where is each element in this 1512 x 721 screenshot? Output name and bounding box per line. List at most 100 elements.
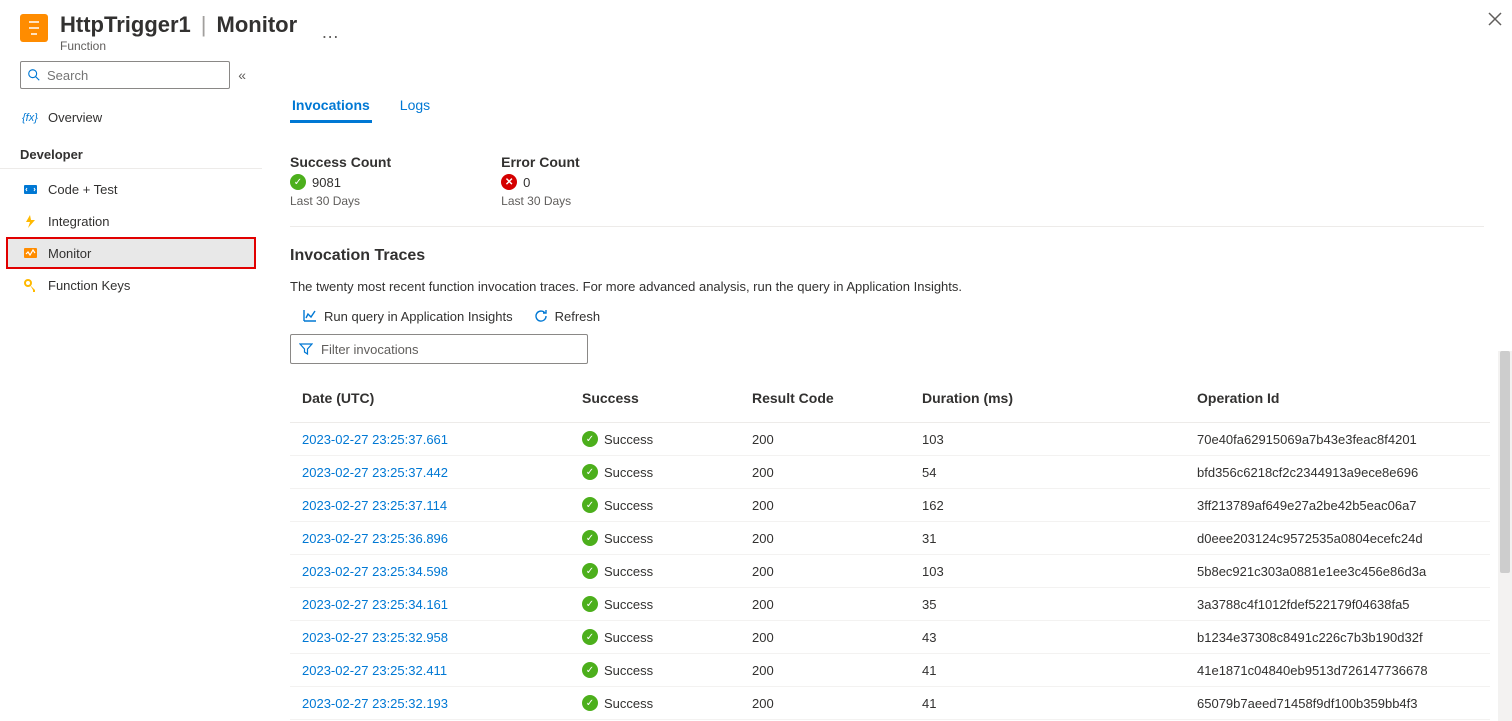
- sidebar-item-label: Function Keys: [48, 278, 130, 293]
- cell-success: ✓Success: [570, 423, 740, 456]
- cell-date: 2023-02-27 23:25:34.161: [290, 588, 570, 621]
- cell-success: ✓ Success: [570, 687, 740, 720]
- cell-operation: 70e40fa62915069a7b43e3feac8f4201: [1185, 423, 1490, 456]
- cell-date: 2023-02-27 23:25:32.411: [290, 654, 570, 687]
- cell-duration: 162: [910, 489, 1185, 522]
- cell-operation: 65079b7aeed71458f9df100b359bb4f3: [1185, 687, 1490, 720]
- cell-operation: 3a3788c4f1012fdef522179f04638fa5: [1185, 588, 1490, 621]
- traces-table-wrap: Date (UTC) Success Result Code Duration …: [290, 380, 1508, 721]
- col-success[interactable]: Success: [570, 380, 740, 423]
- cell-duration: 103: [910, 423, 1185, 456]
- cell-operation: 3ff213789af649e27a2be42b5eac06a7: [1185, 489, 1490, 522]
- cell-duration: 43: [910, 621, 1185, 654]
- traces-table: Date (UTC) Success Result Code Duration …: [290, 380, 1490, 720]
- success-icon: ✓: [582, 596, 598, 612]
- cell-success: ✓ Success: [570, 588, 740, 621]
- success-label: Success: [604, 465, 653, 480]
- col-duration[interactable]: Duration (ms): [910, 380, 1185, 423]
- cell-success: ✓Success: [570, 456, 740, 489]
- refresh-button[interactable]: Refresh: [533, 308, 601, 324]
- cell-result: 200: [740, 555, 910, 588]
- collapse-sidebar-button[interactable]: «: [238, 67, 246, 83]
- invocation-date-link[interactable]: 2023-02-27 23:25:34.598: [302, 564, 448, 579]
- invocation-date-link[interactable]: 2023-02-27 23:25:37.442: [302, 465, 448, 480]
- col-operation[interactable]: Operation Id: [1185, 380, 1490, 423]
- stat-success-caption: Last 30 Days: [290, 194, 391, 208]
- table-row: 2023-02-27 23:25:32.958 ✓Success20043b123…: [290, 621, 1490, 654]
- sidebar-item-function-keys[interactable]: Function Keys: [0, 269, 262, 301]
- refresh-label: Refresh: [555, 309, 601, 324]
- scrollbar-thumb[interactable]: [1500, 351, 1510, 573]
- cell-date: 2023-02-27 23:25:37.442: [290, 456, 570, 489]
- cell-operation: 41e1871c04840eb9513d726147736678: [1185, 654, 1490, 687]
- table-row: 2023-02-27 23:25:32.193✓Success200416507…: [290, 687, 1490, 720]
- cell-date: 2023-02-27 23:25:34.598: [290, 555, 570, 588]
- success-icon: ✓: [582, 497, 598, 513]
- invocation-date-link[interactable]: 2023-02-27 23:25:37.661: [302, 432, 448, 447]
- stat-error-value: 0: [523, 175, 530, 190]
- invocation-date-link[interactable]: 2023-02-27 23:25:32.958: [302, 630, 448, 645]
- success-label: Success: [604, 564, 653, 579]
- close-button[interactable]: [1488, 10, 1502, 31]
- sidebar-item-label: Code + Test: [48, 182, 118, 197]
- sidebar-item-overview[interactable]: {fx} Overview: [0, 101, 262, 133]
- chart-icon: [302, 308, 318, 324]
- success-label: Success: [604, 597, 653, 612]
- cell-result: 200: [740, 489, 910, 522]
- table-row: 2023-02-27 23:25:36.896✓Success20031d0ee…: [290, 522, 1490, 555]
- cell-operation: bfd356c6218cf2c2344913a9ece8e696: [1185, 456, 1490, 489]
- cell-operation: b1234e37308c8491c226c7b3b190d32f: [1185, 621, 1490, 654]
- cell-operation: d0eee203124c9572535a0804ecefc24d: [1185, 522, 1490, 555]
- success-icon: ✓: [290, 174, 306, 190]
- invocation-date-link[interactable]: 2023-02-27 23:25:32.411: [302, 663, 447, 678]
- cell-success: ✓Success: [570, 654, 740, 687]
- table-row: 2023-02-27 23:25:34.161✓Success200353a37…: [290, 588, 1490, 621]
- success-icon: ✓: [582, 695, 598, 711]
- overview-icon: {fx}: [22, 109, 38, 125]
- sidebar-item-label: Integration: [48, 214, 109, 229]
- cell-result: 200: [740, 621, 910, 654]
- cell-success: ✓Success: [570, 522, 740, 555]
- filter-invocations-input[interactable]: Filter invocations: [290, 334, 588, 364]
- more-actions-button[interactable]: …: [321, 22, 341, 43]
- stat-error-title: Error Count: [501, 154, 580, 170]
- sidebar-item-integration[interactable]: Integration: [0, 205, 262, 237]
- invocation-date-link[interactable]: 2023-02-27 23:25:36.896: [302, 531, 448, 546]
- main-panel: Invocations Logs Success Count ✓ 9081 La…: [262, 61, 1512, 721]
- sidebar-item-code-test[interactable]: Code + Test: [0, 173, 262, 205]
- cell-date: 2023-02-27 23:25:36.896: [290, 522, 570, 555]
- invocation-date-link[interactable]: 2023-02-27 23:25:34.161: [302, 597, 448, 612]
- table-row: 2023-02-27 23:25:34.598✓Success2001035b8…: [290, 555, 1490, 588]
- cell-date: 2023-02-27 23:25:32.958: [290, 621, 570, 654]
- cell-success: ✓ Success: [570, 489, 740, 522]
- success-label: Success: [604, 696, 653, 711]
- run-query-button[interactable]: Run query in Application Insights: [302, 308, 513, 324]
- search-input[interactable]: [47, 68, 223, 83]
- traces-desc: The twenty most recent function invocati…: [290, 279, 1508, 294]
- invocation-date-link[interactable]: 2023-02-27 23:25:32.193: [302, 696, 448, 711]
- title-section: Monitor: [217, 12, 298, 38]
- scrollbar[interactable]: [1498, 351, 1512, 721]
- cell-duration: 41: [910, 654, 1185, 687]
- cell-result: 200: [740, 654, 910, 687]
- search-input-wrap[interactable]: [20, 61, 230, 89]
- refresh-icon: [533, 308, 549, 324]
- tab-logs[interactable]: Logs: [398, 91, 432, 123]
- cell-date: 2023-02-27 23:25:37.661: [290, 423, 570, 456]
- traces-actions: Run query in Application Insights Refres…: [290, 308, 1508, 324]
- cell-success: ✓Success: [570, 621, 740, 654]
- success-label: Success: [604, 498, 653, 513]
- stat-success-value: 9081: [312, 175, 341, 190]
- search-icon: [27, 68, 41, 82]
- success-icon: ✓: [582, 530, 598, 546]
- sidebar-group-developer: Developer: [0, 133, 262, 169]
- table-row: 2023-02-27 23:25:37.442✓Success20054bfd3…: [290, 456, 1490, 489]
- sidebar-item-monitor[interactable]: Monitor: [6, 237, 256, 269]
- cell-duration: 35: [910, 588, 1185, 621]
- col-result[interactable]: Result Code: [740, 380, 910, 423]
- function-keys-icon: [22, 277, 38, 293]
- invocation-date-link[interactable]: 2023-02-27 23:25:37.114: [302, 498, 447, 513]
- col-date[interactable]: Date (UTC): [290, 380, 570, 423]
- success-icon: ✓: [582, 662, 598, 678]
- tab-invocations[interactable]: Invocations: [290, 91, 372, 123]
